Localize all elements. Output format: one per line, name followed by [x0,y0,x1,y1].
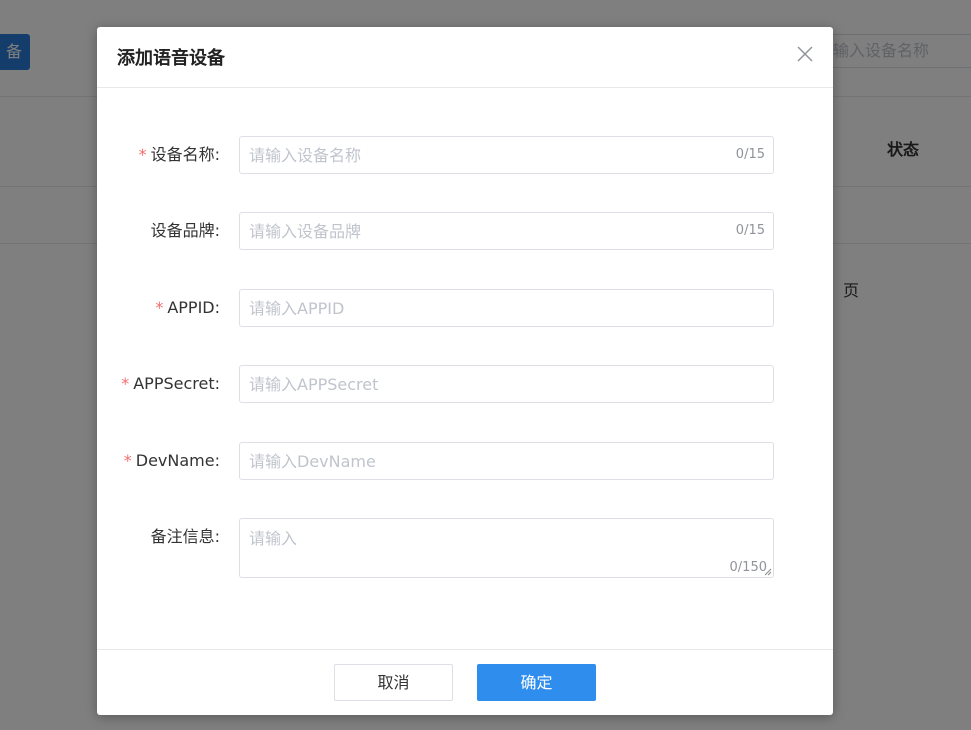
confirm-button[interactable]: 确定 [477,664,596,701]
form-row-device-brand: 设备品牌: 0/15 [97,212,833,250]
form-row-remarks: 备注信息: 0/150 [97,518,833,578]
form-row-appsecret: * APPSecret: [97,365,833,403]
appid-field [239,289,774,327]
appsecret-input[interactable] [240,366,718,402]
devname-label: * DevName: [123,451,220,470]
dialog-footer: 取消 确定 [97,649,833,716]
required-mark: * [123,451,132,470]
form-row-devname: * DevName: [97,442,833,480]
device-brand-counter: 0/15 [735,223,765,238]
device-brand-label: 设备品牌: [150,221,220,240]
dialog-header: 添加语音设备 [97,27,833,88]
form-row-device-name: *设备名称: 0/15 [97,136,833,174]
required-mark: * [138,145,147,164]
device-brand-input[interactable] [240,213,718,249]
device-name-counter: 0/15 [735,147,765,162]
resize-handle-icon[interactable] [764,568,772,576]
appid-label: * APPID: [155,298,220,317]
cancel-button[interactable]: 取消 [334,664,453,701]
appid-input[interactable] [240,290,718,326]
form-row-appid: * APPID: [97,289,833,327]
add-voice-device-dialog: 添加语音设备 *设备名称: 0/15 设备品牌: 0/15 [97,27,833,715]
devname-field [239,442,774,480]
required-mark: * [155,298,164,317]
device-name-field: 0/15 [239,136,774,174]
dialog-body: *设备名称: 0/15 设备品牌: 0/15 *APPID: [97,88,833,648]
appsecret-field [239,365,774,403]
device-name-input[interactable] [240,137,718,173]
remarks-field: 0/150 [239,518,774,578]
close-icon[interactable] [796,45,814,63]
required-mark: * [121,374,130,393]
remarks-counter: 0/150 [729,560,767,575]
device-brand-field: 0/15 [239,212,774,250]
remarks-label: 备注信息: [150,527,220,546]
remarks-textarea[interactable] [240,519,760,575]
dialog-title: 添加语音设备 [117,48,225,69]
devname-input[interactable] [240,443,718,479]
device-name-label: * 设备名称: [138,145,220,164]
appsecret-label: * APPSecret: [121,374,220,393]
